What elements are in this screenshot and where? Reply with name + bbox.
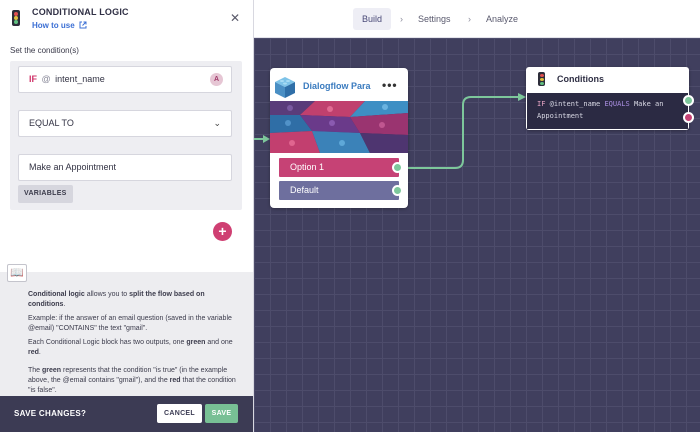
condition-variable: @intent_name [549, 100, 601, 108]
set-condition-label: Set the condition(s) [10, 46, 79, 55]
tab-settings[interactable]: Settings [418, 8, 451, 30]
traffic-light-icon [12, 10, 20, 26]
top-navigation: Build › Settings › Analyze [254, 0, 700, 38]
help-text: The [28, 367, 43, 374]
help-paragraph-1: Conditional logic allows you to split th… [28, 290, 236, 310]
help-text: . [38, 349, 41, 356]
output-port-true[interactable] [683, 95, 694, 106]
save-changes-prompt: SAVE CHANGES? [14, 409, 87, 418]
conditions-node-header: Conditions [526, 67, 689, 92]
more-options-icon[interactable]: ••• [382, 78, 398, 92]
output-port-default[interactable] [392, 185, 403, 196]
at-symbol: @ [41, 74, 51, 84]
condition-summary: IF @intent_name EQUALS Make an Appointme… [527, 93, 688, 129]
cancel-button[interactable]: CANCEL [157, 404, 202, 423]
help-paragraph-2: Example: if the answer of an email quest… [28, 315, 232, 332]
chevron-right-icon: › [400, 14, 403, 24]
add-condition-button[interactable]: + [213, 222, 232, 241]
node-title: Dialogflow Para [303, 81, 371, 91]
output-port-false[interactable] [683, 112, 694, 123]
tab-analyze[interactable]: Analyze [486, 8, 518, 30]
output-port-option-1[interactable] [392, 162, 403, 173]
variables-button[interactable]: VARIABLES [18, 185, 73, 203]
tab-build[interactable]: Build [353, 8, 392, 30]
help-section: 📖 Conditional logic allows you to split … [0, 264, 253, 396]
node-title: Conditions [557, 74, 604, 84]
condition-group: IF @ intent_name A EQUAL TO ⌄ Make an Ap… [10, 61, 242, 210]
if-keyword: IF [537, 100, 546, 108]
conditional-logic-panel: CONDITIONAL LOGIC How to use ✕ Set the c… [0, 0, 254, 432]
save-button[interactable]: SAVE [205, 404, 238, 423]
dialogflow-node[interactable]: Dialogflow Para ••• Option 1 Default [270, 68, 408, 208]
operator-dropdown[interactable]: EQUAL TO ⌄ [18, 110, 232, 137]
value-input[interactable]: Make an Appointment [18, 154, 232, 181]
help-bold-text: red [169, 377, 181, 384]
help-bold-text: green [186, 339, 206, 346]
value-text: Make an Appointment [29, 162, 117, 172]
help-text: Each Conditional Logic block has two out… [28, 339, 187, 346]
panel-header: CONDITIONAL LOGIC How to use ✕ [0, 0, 253, 38]
help-paragraph-4: The green represents that the condition … [28, 366, 236, 396]
lego-bricks-icon [275, 77, 295, 98]
traffic-light-icon [538, 72, 545, 86]
variable-type-badge: A [210, 73, 223, 86]
help-paragraph-3: Each Conditional Logic block has two out… [28, 338, 236, 358]
help-text: and one [205, 339, 233, 346]
help-text: . [63, 301, 66, 308]
chevron-right-icon: › [468, 14, 471, 24]
variable-name: intent_name [55, 74, 105, 84]
option-1-output[interactable]: Option 1 [279, 158, 399, 177]
chevron-down-icon: ⌄ [213, 118, 221, 128]
book-icon: 📖 [7, 264, 27, 282]
condition-operator: EQUALS [604, 100, 630, 108]
external-link-icon [79, 21, 87, 29]
panel-title: CONDITIONAL LOGIC [32, 7, 129, 17]
conditions-node[interactable]: Conditions IF @intent_name EQUALS Make a… [526, 67, 694, 130]
lego-cover-image [270, 101, 408, 153]
default-output[interactable]: Default [279, 181, 399, 200]
how-to-use-label: How to use [32, 21, 75, 30]
save-footer: SAVE CHANGES? CANCEL SAVE [0, 396, 253, 432]
help-text: allows you to [84, 291, 130, 298]
help-bold-text: red [28, 349, 39, 356]
close-icon[interactable]: ✕ [230, 12, 240, 24]
if-keyword: IF [29, 74, 37, 84]
how-to-use-link[interactable]: How to use [32, 21, 87, 30]
help-bold-text: green [42, 367, 62, 374]
variable-selector[interactable]: IF @ intent_name A [18, 66, 232, 93]
operator-value: EQUAL TO [29, 118, 74, 128]
help-bold-text: Conditional logic [28, 291, 85, 298]
